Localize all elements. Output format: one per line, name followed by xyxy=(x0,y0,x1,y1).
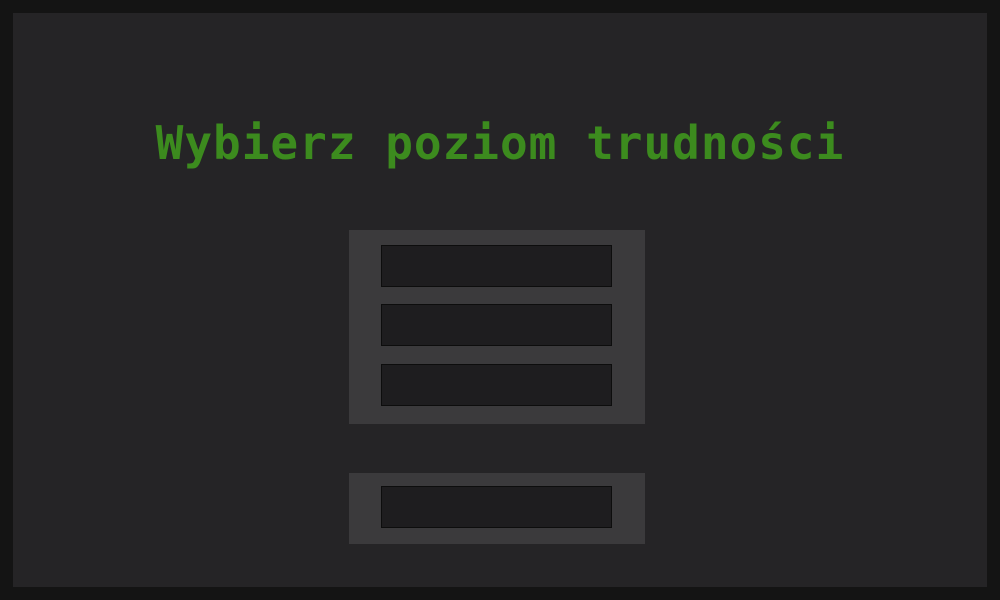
difficulty-panel xyxy=(349,230,645,424)
difficulty-button-3[interactable] xyxy=(381,364,612,406)
back-panel xyxy=(349,473,645,544)
back-button[interactable] xyxy=(381,486,612,528)
difficulty-button-2[interactable] xyxy=(381,304,612,346)
difficulty-button-1[interactable] xyxy=(381,245,612,287)
window-frame: Wybierz poziom trudności xyxy=(0,0,1000,600)
menu-title: Wybierz poziom trudności xyxy=(155,116,845,170)
